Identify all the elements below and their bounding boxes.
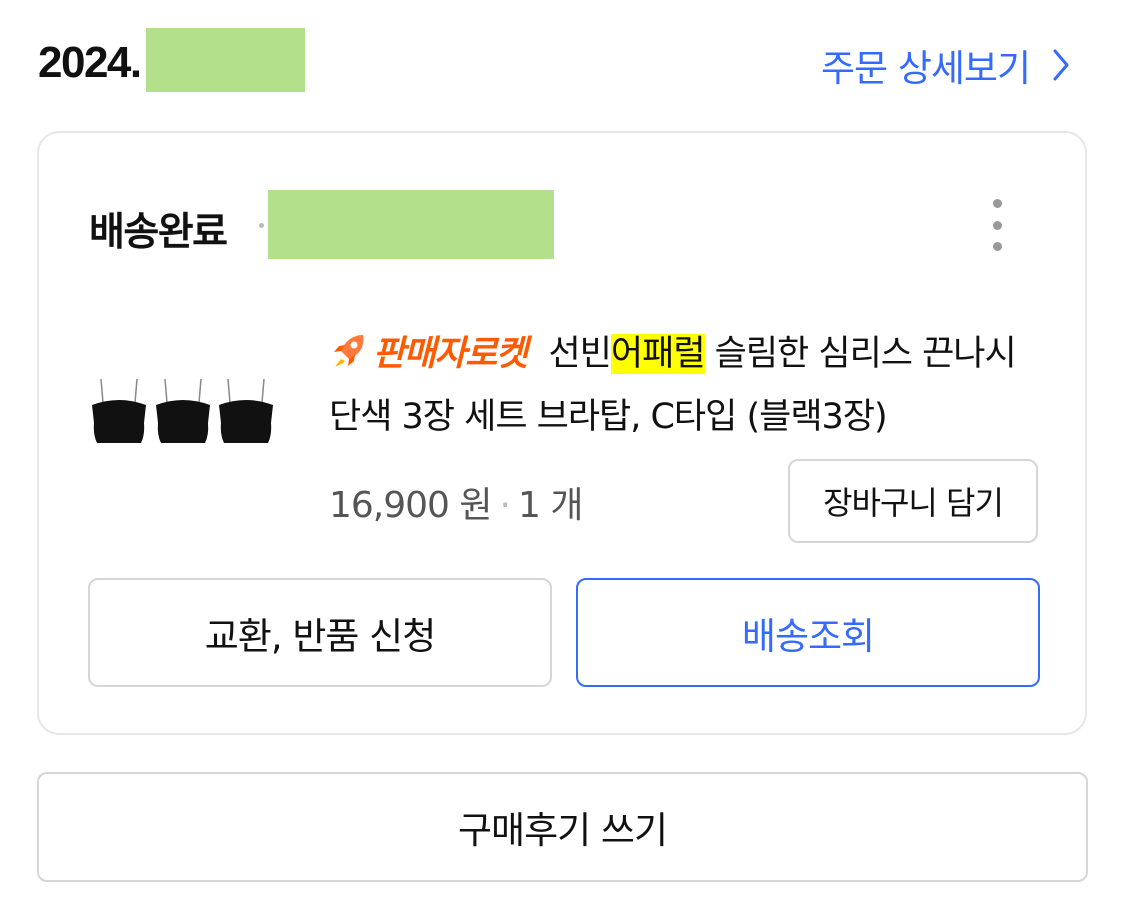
track-delivery-button[interactable]: 배송조회 [576,578,1040,687]
order-card: 배송완료 판매자로켓 선빈어패럴 슬림한 심리스 끈나시 단색 3장 세트 브라탑… [37,131,1087,735]
exchange-return-button[interactable]: 교환, 반품 신청 [88,578,552,687]
product-brand-highlight: 어패럴 [610,334,706,374]
order-header: 2024. 주문 상세보기 [38,28,1088,94]
seller-rocket-badge: 판매자로켓 [373,334,528,374]
price-row: 16,900 원 · 1 개 [329,476,583,528]
order-date: 2024. [38,38,142,87]
product-title[interactable]: 판매자로켓 선빈어패럴 슬림한 심리스 끈나시 단색 3장 세트 브라탑, C타입… [329,323,1049,449]
add-to-cart-button[interactable]: 장바구니 담기 [788,459,1038,543]
chevron-right-icon [1053,49,1069,81]
delivery-status: 배송완료 [89,210,228,255]
rocket-icon [334,335,364,367]
price-separator: · [499,485,511,526]
redacted-delivery-info [268,190,554,259]
order-detail-link[interactable]: 주문 상세보기 [821,38,1070,92]
product-quantity: 1 개 [517,485,583,526]
product-brand: 선빈 [548,334,612,374]
product-price: 16,900 원 [329,485,493,526]
more-vertical-icon[interactable] [985,199,1009,251]
redacted-date [146,28,305,92]
product-thumbnail[interactable] [89,377,279,447]
status-separator [259,223,264,228]
write-review-button[interactable]: 구매후기 쓰기 [37,772,1088,882]
order-detail-label: 주문 상세보기 [820,47,1031,90]
